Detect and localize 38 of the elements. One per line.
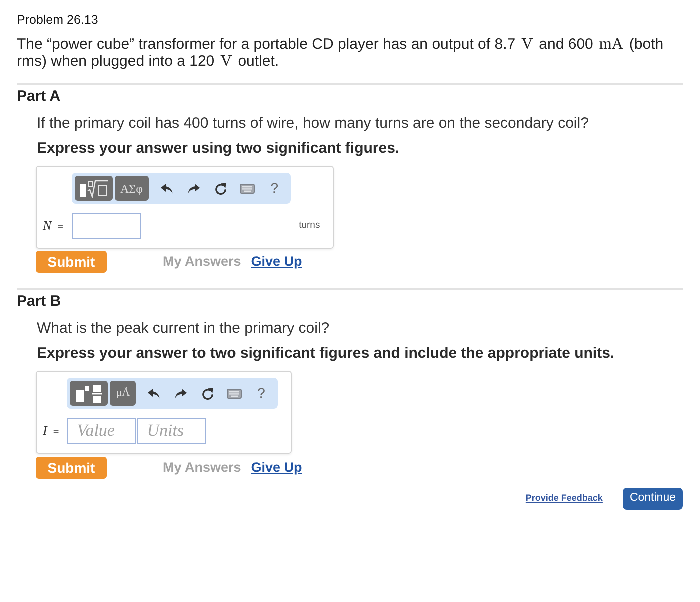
- instruction-text: Express your answer to two significant figures and include the appropriate units.: [36, 345, 616, 363]
- fraction-template-icon: [76, 384, 102, 402]
- problem-statement: The “power cube” transformer for a portable CD player has an output of 8.7 V and 600 mA (both rms) when plugged into a 120 V outlet.: [17, 36, 665, 70]
- keyboard-icon: [240, 184, 256, 194]
- help-button[interactable]: ?: [261, 176, 288, 201]
- keyboard-icon: [227, 388, 242, 398]
- question-text: What is the peak current in the primary coil?: [36, 320, 331, 338]
- submit-button[interactable]: Submit: [36, 457, 107, 479]
- part-title: Part A: [17, 88, 62, 106]
- question-text: If the primary coil has 400 turns of wire, how many turns are on the secondary coil?: [36, 115, 590, 133]
- unit-label: turns: [299, 218, 320, 233]
- my-answers-link[interactable]: My Answers: [163, 252, 242, 272]
- help-button[interactable]: ?: [248, 381, 276, 406]
- continue-button[interactable]: Continue: [622, 488, 683, 510]
- my-answers-link[interactable]: My Answers: [163, 458, 242, 478]
- reset-icon: [202, 388, 214, 400]
- variable-label: N =: [43, 217, 64, 235]
- redo-icon: [188, 184, 200, 194]
- units-button[interactable]: μÅ: [110, 381, 136, 406]
- answer-field[interactable]: Units: [137, 418, 206, 444]
- template-button[interactable]: [70, 381, 108, 406]
- problem-title: Problem 26.13: [17, 12, 100, 28]
- give-up-link[interactable]: Give Up: [251, 458, 302, 478]
- undo-icon: [160, 184, 173, 194]
- submit-button[interactable]: Submit: [36, 251, 107, 273]
- symbols-button[interactable]: ΑΣφ: [114, 176, 150, 201]
- reset-icon: [214, 182, 227, 194]
- variable-label: I =: [43, 422, 60, 440]
- template-button[interactable]: [74, 176, 113, 201]
- answer-field[interactable]: [72, 213, 141, 239]
- root-template-icon: [80, 180, 108, 198]
- instruction-text: Express your answer using two significant figures.: [36, 140, 401, 158]
- part-title: Part B: [17, 293, 62, 311]
- redo-icon: [174, 388, 187, 398]
- answer-field[interactable]: Value: [67, 418, 136, 444]
- give-up-link[interactable]: Give Up: [251, 252, 302, 272]
- undo-icon: [148, 388, 160, 398]
- feedback-link[interactable]: Provide Feedback: [526, 492, 603, 506]
